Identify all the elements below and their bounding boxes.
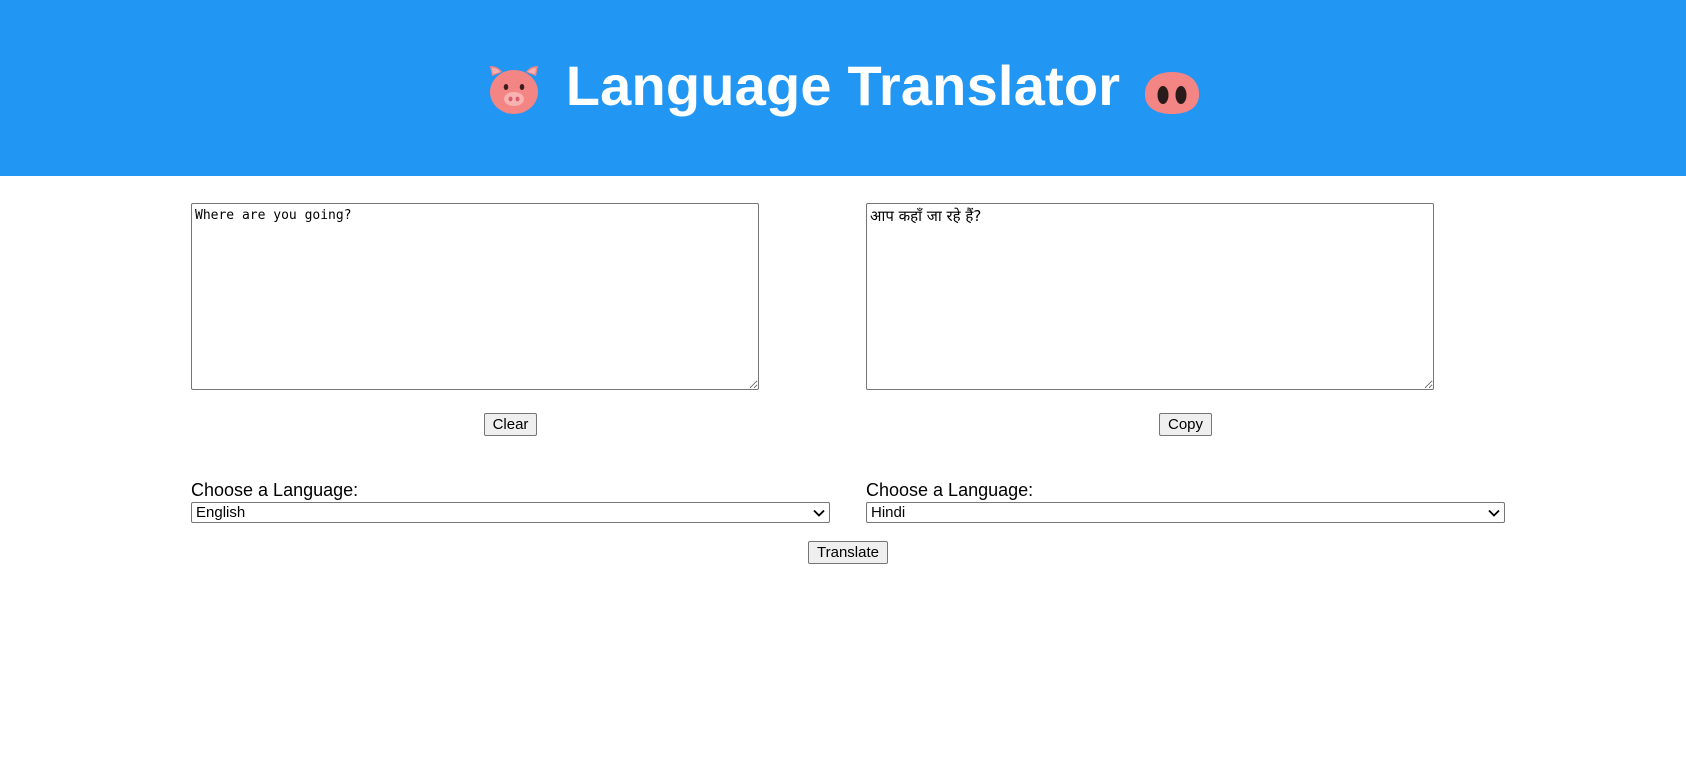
target-language-select[interactable]: Hindi	[866, 502, 1505, 523]
page-title: Language Translator	[565, 53, 1121, 117]
copy-button[interactable]: Copy	[1159, 413, 1212, 436]
pig-nose-icon	[1145, 72, 1200, 114]
target-language-label: Choose a Language:	[866, 480, 1034, 500]
source-text-input[interactable]: Where are you going?	[191, 203, 759, 390]
source-language-select[interactable]: English	[191, 502, 830, 523]
translate-button[interactable]: Translate	[808, 541, 888, 564]
header-bar: Language Translator	[0, 0, 1686, 176]
source-language-label: Choose a Language:	[191, 480, 359, 500]
chevron-down-icon	[1488, 509, 1500, 517]
clear-button[interactable]: Clear	[484, 413, 537, 436]
source-language-value: English	[196, 504, 246, 521]
translated-text-output[interactable]: आप कहाँ जा रहे हैं?	[866, 203, 1434, 390]
title-row: Language Translator	[0, 0, 1686, 176]
chevron-down-icon	[813, 509, 825, 517]
pig-face-icon	[489, 66, 538, 114]
target-language-value: Hindi	[871, 504, 906, 521]
